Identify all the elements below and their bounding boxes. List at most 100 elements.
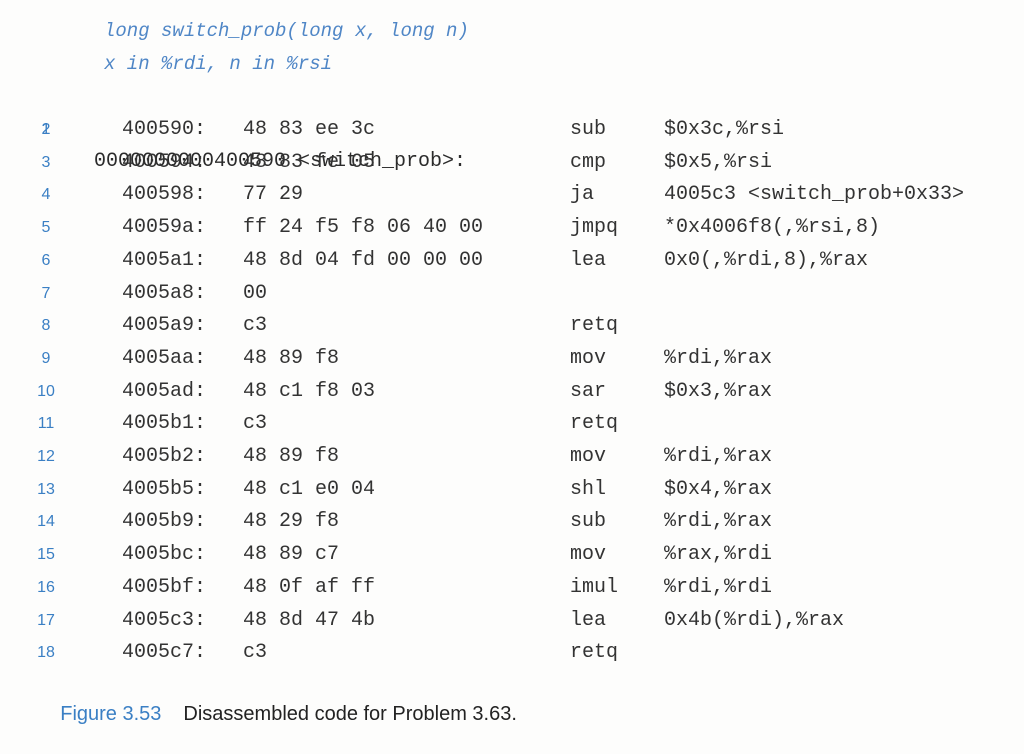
line-number: 4 [41, 186, 51, 204]
listing-header-line: 1 0000000000400590 <switch_prob>: [0, 82, 1024, 173]
instruction-operands: %rdi,%rax [664, 510, 773, 534]
instruction-operands: %rdi,%rax [664, 346, 773, 370]
line-number: 13 [37, 480, 55, 498]
instruction-mnemonic: shl [570, 477, 607, 501]
instruction-operands: %rdi,%rdi [664, 575, 773, 599]
instruction-mnemonic: mov [570, 543, 607, 567]
instruction-operands: %rax,%rdi [664, 543, 773, 567]
instruction-mnemonic: lea [570, 248, 607, 272]
machine-code-bytes: 48 0f af ff [243, 575, 376, 599]
instruction-address: 4005aa: [122, 346, 207, 370]
machine-code-bytes: 48 89 c7 [243, 543, 340, 567]
machine-code-bytes: 77 29 [243, 183, 304, 207]
line-number: 11 [37, 415, 55, 433]
figure-caption: Figure 3.53 Disassembled code for Problem… [38, 680, 517, 749]
instruction-address: 4005a1: [122, 248, 207, 272]
machine-code-bytes: 48 89 f8 [243, 346, 340, 370]
code-line: 15 4005bc: 48 89 c7 mov %rax,%rdi [0, 539, 1024, 571]
code-line: 4 400598: 77 29 ja 4005c3 <switch_prob+0x33> [0, 179, 1024, 211]
instruction-address: 4005c7: [122, 641, 207, 665]
code-line: 14 4005b9: 48 29 f8 sub %rdi,%rax [0, 506, 1024, 538]
line-number: 3 [41, 153, 51, 171]
instruction-mnemonic: cmp [570, 150, 607, 174]
instruction-operands: $0x5,%rsi [664, 150, 773, 174]
machine-code-bytes: 48 89 f8 [243, 445, 340, 468]
machine-code-bytes: c3 [243, 412, 268, 436]
instruction-address: 4005a8: [122, 281, 207, 305]
instruction-mnemonic: jmpq [570, 216, 619, 240]
instruction-mnemonic: retq [570, 412, 619, 436]
line-number: 12 [37, 448, 55, 465]
function-signature-comment: long switch_prob(long x, long n) [104, 20, 469, 42]
code-line: 13 4005b5: 48 c1 e0 04 shl $0x4,%rax [0, 474, 1024, 506]
register-mapping-comment: x in %rdi, n in %rsi [104, 53, 333, 75]
machine-code-bytes: 48 8d 47 4b [243, 608, 376, 632]
instruction-address: 4005c3: [122, 608, 207, 632]
code-line: 18 4005c7: c3 retq [0, 637, 1024, 669]
code-line: 17 4005c3: 48 8d 47 4b lea 0x4b(%rdi),%rax [0, 605, 1024, 637]
machine-code-bytes: 48 83 ee 3c [243, 118, 376, 141]
instruction-operands: $0x4,%rax [664, 477, 773, 501]
line-number: 14 [37, 513, 55, 531]
code-line: 3 400594: 48 83 fe 05 cmp $0x5,%rsi [0, 147, 1024, 179]
machine-code-bytes: 48 83 fe 05 [243, 150, 376, 174]
machine-code-bytes: 48 c1 f8 03 [243, 379, 376, 403]
instruction-operands: 4005c3 <switch_prob+0x33> [664, 183, 965, 207]
machine-code-bytes: ff 24 f5 f8 06 40 00 [243, 216, 484, 240]
code-line: 11 4005b1: c3 retq [0, 408, 1024, 440]
instruction-address: 4005ad: [122, 379, 207, 403]
instruction-address: 4005b9: [122, 510, 207, 534]
machine-code-bytes: 48 c1 e0 04 [243, 477, 376, 501]
instruction-address: 4005b2: [122, 445, 207, 468]
line-number: 8 [41, 317, 51, 335]
instruction-mnemonic: retq [570, 314, 619, 338]
machine-code-bytes: 00 [243, 281, 268, 305]
instruction-mnemonic: sub [570, 118, 607, 141]
textbook-page: long switch_prob(long x, long n) x in %r… [0, 0, 1024, 754]
machine-code-bytes: 48 29 f8 [243, 510, 340, 534]
line-number: 18 [37, 644, 55, 662]
instruction-address: 400598: [122, 183, 207, 207]
instruction-mnemonic: lea [570, 608, 607, 632]
instruction-mnemonic: ja [570, 183, 595, 207]
instruction-address: 40059a: [122, 216, 207, 240]
code-line: 8 4005a9: c3 retq [0, 310, 1024, 342]
code-line: 12 4005b2: 48 89 f8 mov %rdi,%rax [0, 441, 1024, 473]
machine-code-bytes: 48 8d 04 fd 00 00 00 [243, 248, 484, 272]
code-line: 16 4005bf: 48 0f af ff imul %rdi,%rdi [0, 572, 1024, 604]
code-line: 7 4005a8: 00 [0, 278, 1024, 310]
instruction-operands: $0x3,%rax [664, 379, 773, 403]
machine-code-bytes: c3 [243, 641, 268, 665]
instruction-operands: 0x0(,%rdi,8),%rax [664, 248, 869, 272]
line-number: 7 [41, 284, 51, 302]
instruction-address: 400594: [122, 150, 207, 174]
line-number: 16 [37, 578, 55, 596]
instruction-operands: 0x4b(%rdi),%rax [664, 608, 845, 632]
code-line: 9 4005aa: 48 89 f8 mov %rdi,%rax [0, 343, 1024, 375]
instruction-address: 4005bf: [122, 575, 207, 599]
line-number: 5 [41, 219, 51, 237]
code-line: 2 400590: 48 83 ee 3c sub $0x3c,%rsi [0, 114, 1024, 146]
instruction-address: 4005bc: [122, 543, 207, 567]
instruction-mnemonic: sar [570, 379, 607, 403]
code-line: 5 40059a: ff 24 f5 f8 06 40 00 jmpq *0x4006f… [0, 212, 1024, 244]
figure-label: Figure 3.53 [60, 703, 162, 725]
instruction-mnemonic: mov [570, 445, 607, 468]
instruction-address: 4005a9: [122, 314, 207, 338]
line-number: 9 [41, 349, 51, 367]
instruction-mnemonic: mov [570, 346, 607, 370]
line-number: 10 [37, 382, 55, 400]
line-number: 17 [37, 611, 55, 629]
line-number: 15 [37, 546, 55, 564]
instruction-operands: *0x4006f8(,%rsi,8) [664, 216, 881, 240]
line-number: 6 [41, 251, 51, 269]
code-line: 10 4005ad: 48 c1 f8 03 sar $0x3,%rax [0, 376, 1024, 408]
instruction-address: 400590: [122, 118, 207, 141]
instruction-mnemonic: retq [570, 641, 619, 665]
machine-code-bytes: c3 [243, 314, 268, 338]
instruction-mnemonic: sub [570, 510, 607, 534]
figure-caption-text: Disassembled code for Problem 3.63. [183, 703, 517, 725]
instruction-address: 4005b1: [122, 412, 207, 436]
instruction-operands: %rdi,%rax [664, 445, 773, 468]
code-line: 6 4005a1: 48 8d 04 fd 00 00 00 lea 0x0(,%rdi… [0, 245, 1024, 277]
